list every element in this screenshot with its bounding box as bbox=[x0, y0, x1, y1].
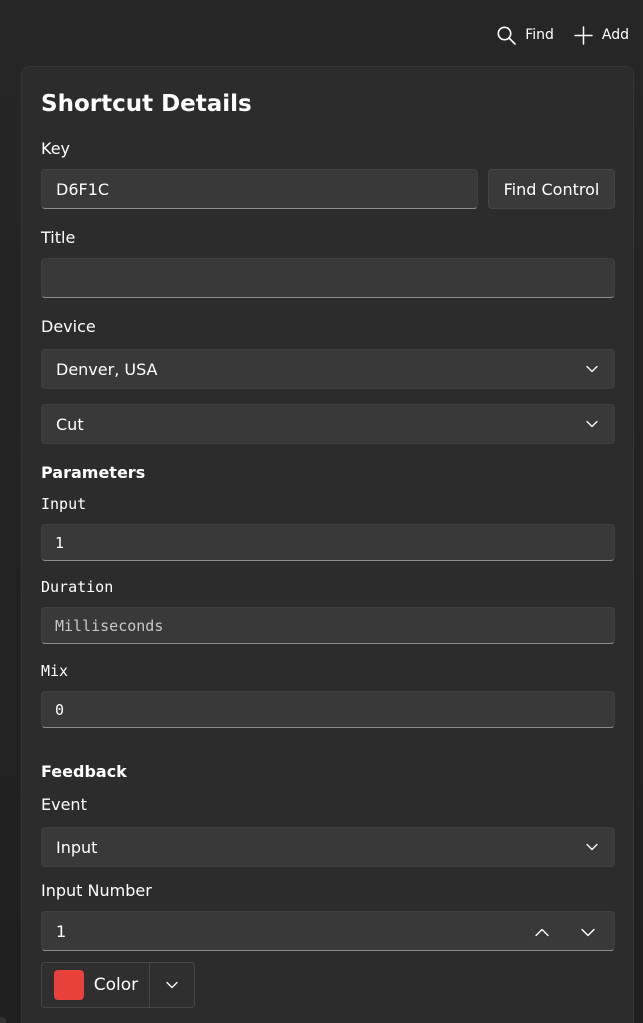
chevron-down-icon bbox=[166, 981, 178, 989]
chevron-down-icon bbox=[586, 420, 598, 428]
color-dropdown-button[interactable] bbox=[150, 963, 194, 1007]
color-swatch bbox=[54, 970, 84, 1000]
parameters-heading: Parameters bbox=[41, 463, 146, 482]
input-param-label: Input bbox=[41, 495, 87, 513]
input-number-value: 1 bbox=[56, 921, 67, 941]
command-bar: Find Add bbox=[491, 20, 643, 50]
device-combobox[interactable]: Denver, USA bbox=[41, 349, 615, 389]
find-button[interactable]: Find bbox=[491, 20, 560, 50]
key-label: Key bbox=[41, 139, 71, 158]
duration-param-field[interactable]: Milliseconds bbox=[41, 607, 615, 644]
device-selected: Denver, USA bbox=[56, 359, 158, 379]
find-control-button[interactable]: Find Control bbox=[488, 169, 615, 209]
chevron-up-icon bbox=[535, 928, 549, 936]
input-param-value: 1 bbox=[55, 533, 65, 552]
key-input-value: D6F1C bbox=[56, 179, 110, 199]
plus-icon bbox=[574, 25, 593, 45]
find-control-label: Find Control bbox=[503, 179, 600, 199]
spin-up-button[interactable] bbox=[522, 912, 562, 952]
duration-placeholder: Milliseconds bbox=[55, 616, 164, 635]
title-label: Title bbox=[41, 228, 76, 247]
find-button-label: Find bbox=[525, 27, 554, 43]
color-picker-button[interactable]: Color bbox=[41, 962, 195, 1008]
event-selected: Input bbox=[56, 837, 98, 857]
mix-param-value: 0 bbox=[55, 700, 65, 719]
mix-param-label: Mix bbox=[41, 662, 69, 680]
input-number-box[interactable]: 1 bbox=[41, 911, 615, 951]
title-input[interactable] bbox=[41, 258, 615, 298]
device-label: Device bbox=[41, 317, 96, 336]
window-corner bbox=[0, 1017, 6, 1023]
feedback-heading: Feedback bbox=[41, 762, 127, 781]
key-input[interactable]: D6F1C bbox=[41, 169, 478, 209]
function-combobox[interactable]: Cut bbox=[41, 404, 615, 444]
search-icon bbox=[497, 26, 517, 45]
chevron-down-icon bbox=[586, 365, 598, 373]
function-selected: Cut bbox=[56, 414, 84, 434]
input-param-field[interactable]: 1 bbox=[41, 524, 615, 561]
color-label: Color bbox=[93, 975, 139, 995]
input-number-label: Input Number bbox=[41, 881, 152, 900]
add-button-label: Add bbox=[601, 27, 629, 43]
add-button[interactable]: Add bbox=[568, 20, 635, 50]
chevron-down-icon bbox=[581, 928, 595, 936]
event-label: Event bbox=[41, 795, 87, 814]
event-combobox[interactable]: Input bbox=[41, 827, 615, 867]
duration-param-label: Duration bbox=[41, 578, 114, 596]
shortcut-details-panel: Shortcut Details Key D6F1C Find Control … bbox=[21, 66, 634, 1023]
spin-down-button[interactable] bbox=[568, 912, 608, 952]
mix-param-field[interactable]: 0 bbox=[41, 691, 615, 728]
panel-title: Shortcut Details bbox=[41, 91, 252, 117]
chevron-down-icon bbox=[586, 843, 598, 851]
